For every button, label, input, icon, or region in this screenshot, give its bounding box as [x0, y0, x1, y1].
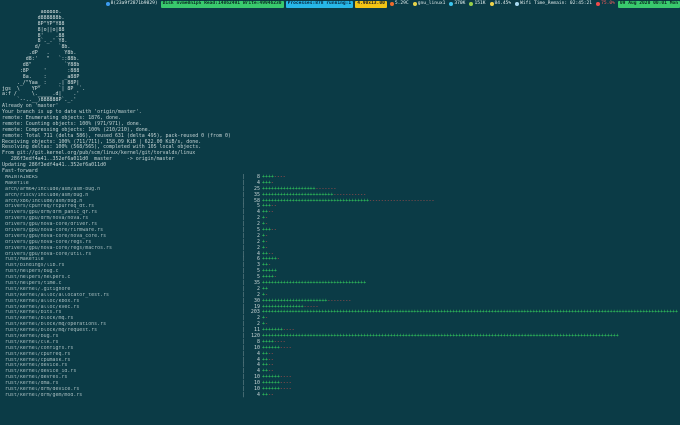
- status-text: Processes:878 running:1: [287, 1, 352, 6]
- diffstat-count: 4: [257, 391, 260, 398]
- status-indicator-icon: [105, 2, 110, 6]
- status-text: 370K: [454, 1, 466, 6]
- diffstat-plus-bar: +++++++++++++++++++++++++++++++++++: [262, 279, 367, 286]
- diffstat-bar: ++ --: [262, 391, 274, 399]
- status-segment: gnu_linux1: [412, 1, 447, 8]
- status-segment: 370K: [448, 1, 466, 8]
- status-segment: 8(23a9f2871b9829): [105, 1, 159, 8]
- status-indicator-icon: [596, 2, 601, 6]
- status-text: Wifi Time_Remain: 02:45:21: [520, 1, 593, 6]
- diffstat-minus-bar: --: [270, 226, 277, 233]
- diffstat-bar: ++++++++++++++++++++++++++++++++++++++++…: [262, 310, 678, 316]
- status-segment: Wifi Time_Remain: 02:45:21: [514, 1, 593, 8]
- status-text: gnu_linux1: [417, 1, 446, 6]
- status-text: 5.29C: [394, 1, 409, 6]
- status-segment: 75.0%: [595, 1, 616, 8]
- status-indicator-icon: [389, 2, 394, 6]
- status-text: 151K: [474, 1, 486, 6]
- status-segment: Disk nvme0n1p5 Read:14862491 Write:49946…: [160, 0, 284, 8]
- status-segment: 5.29C: [389, 1, 410, 8]
- diffstat-plus-bar: ++++++++++++++++++++++++++++++++++++++++…: [261, 309, 678, 316]
- status-text: 75.0%: [601, 1, 615, 6]
- diffstat-minus-bar: -: [276, 256, 280, 263]
- diffstat-minus-bar: --------: [327, 297, 352, 304]
- diffstat-bar: ++++++++++++++++++++++++++++++++++++ ----…: [262, 197, 435, 205]
- status-segment: 151K: [468, 1, 486, 8]
- status-segment: 84.45%: [489, 1, 513, 8]
- diffstat-plus-bar: ++++++++++++++++++++++++++++++++++++++++…: [262, 332, 619, 339]
- diffstat-minus-bar: ----------------------: [369, 197, 435, 204]
- diffstat-minus-bar: --: [267, 209, 274, 216]
- diffstat-bar: +++++++++++++++++++++++++++++++++++: [262, 279, 367, 287]
- diffstat-bar: ++++++++++++++++++++++++++++++++++++++++…: [262, 332, 619, 340]
- status-indicator-icon: [515, 2, 520, 6]
- diffstat-file: rust/kernel/drm/gem/mod.rs: [2, 392, 83, 398]
- status-text: Disk nvme0n1p5 Read:14862491 Write:49946…: [162, 1, 282, 6]
- status-text: 8(23a9f2871b9829): [110, 1, 158, 6]
- status-text: 09 Aug 2020 00:01 Mon: [619, 1, 678, 6]
- status-text: 84.45%: [494, 1, 512, 6]
- status-indicator-icon: [449, 2, 454, 6]
- diffstat-minus-bar: --: [267, 391, 274, 398]
- status-indicator-icon: [469, 2, 474, 6]
- status-text: 4.90x13.00: [357, 1, 385, 6]
- diffstat-minus-bar: ----: [273, 173, 286, 180]
- diffstat-minus-bar: ----: [279, 386, 292, 392]
- diffstat-row: rust/kernel/drm/gem/mod.rs | 4 ++ --: [2, 391, 678, 399]
- status-indicator-icon: [489, 2, 494, 6]
- diffstat-plus-bar: ++++++++++++++++++++++++++++++++++++: [262, 197, 370, 204]
- status-indicator-icon: [412, 2, 417, 6]
- diffstat-minus-bar: ----: [279, 344, 292, 351]
- status-segment: 4.90x13.00: [355, 0, 387, 8]
- status-segment: Processes:878 running:1: [285, 0, 354, 8]
- status-segment: 09 Aug 2020 00:01 Mon: [617, 0, 680, 8]
- status-bar: 8(23a9f2871b9829) Disk nvme0n1p5 Read:148…: [0, 0, 680, 8]
- terminal-output[interactable]: a8888b. d888888b. 8P"YP"Y88 8|o||o|88 8'…: [2, 10, 678, 425]
